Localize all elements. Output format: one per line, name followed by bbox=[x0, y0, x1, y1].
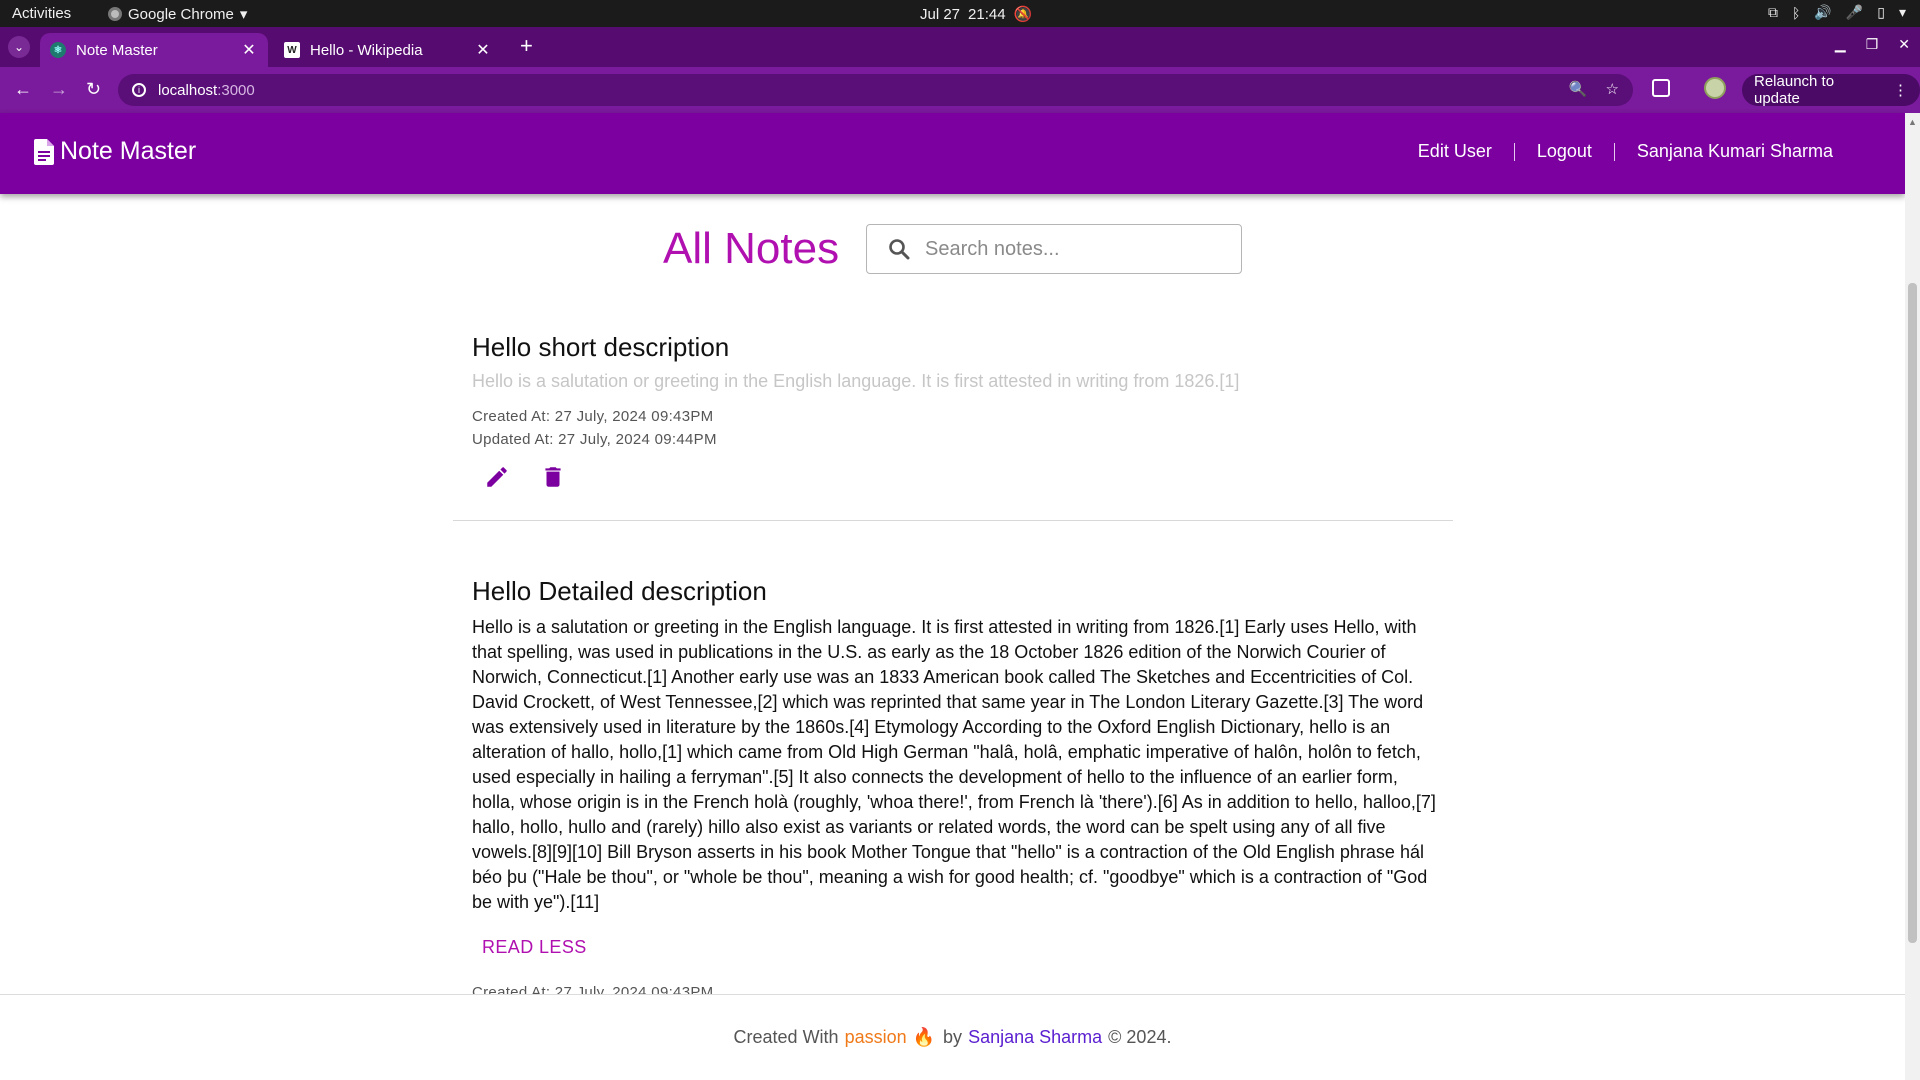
zoom-icon[interactable]: 🔍 bbox=[1569, 80, 1588, 98]
username-link[interactable]: Sanjana Kumari Sharma bbox=[1615, 141, 1855, 162]
new-tab-button[interactable]: + bbox=[520, 33, 533, 59]
chrome-icon bbox=[108, 7, 122, 21]
extensions-icon[interactable] bbox=[1652, 79, 1670, 97]
app-menu-label: Google Chrome bbox=[128, 5, 234, 23]
date-label: Jul 27 bbox=[920, 5, 961, 23]
tab-strip: ⌄ ⚛ Note Master ✕ W Hello - Wikipedia ✕ bbox=[0, 27, 1920, 67]
bluetooth-icon: ᛒ bbox=[1791, 4, 1801, 21]
note-title: Hello Detailed description bbox=[472, 576, 767, 606]
fire-icon: 🔥 bbox=[912, 1027, 936, 1047]
battery-icon: ▯ bbox=[1877, 4, 1885, 20]
wikipedia-favicon-icon: W bbox=[284, 42, 300, 58]
document-icon bbox=[34, 138, 54, 165]
notifications-muted-icon: 🔕 bbox=[1013, 6, 1033, 23]
volume-icon: 🔊 bbox=[1814, 4, 1832, 20]
edit-pencil-icon[interactable] bbox=[484, 464, 510, 490]
tab-title: Note Master bbox=[76, 41, 158, 59]
note-created-at: Created At: 27 July, 2024 09:43PM bbox=[472, 408, 714, 425]
note-description-preview: Hello is a salutation or greeting in the… bbox=[472, 371, 1240, 391]
minimize-icon[interactable]: ▁ bbox=[1835, 36, 1846, 53]
edit-user-link[interactable]: Edit User bbox=[1396, 141, 1514, 162]
clock[interactable]: Jul 27 21:44 🔕 bbox=[920, 5, 1033, 24]
relaunch-label: Relaunch to update bbox=[1754, 73, 1835, 107]
reload-icon[interactable]: ↻ bbox=[86, 79, 101, 100]
bookmark-star-icon[interactable]: ☆ bbox=[1606, 80, 1619, 98]
search-input[interactable] bbox=[925, 237, 1225, 261]
relaunch-button[interactable]: Relaunch to update ⋮ bbox=[1742, 73, 1920, 107]
activities-button[interactable]: Activities bbox=[12, 5, 71, 22]
note-title: Hello short description bbox=[472, 332, 730, 362]
app-navbar: Note Master Edit User Logout Sanjana Kum… bbox=[0, 113, 1905, 194]
browser-toolbar: ← → ↻ i localhost:3000 🔍 ☆ Relaunch to u… bbox=[0, 67, 1920, 113]
footer-prefix: Created With bbox=[733, 1027, 839, 1047]
network-icon: ⧉ bbox=[1767, 4, 1778, 20]
brand-name: Note Master bbox=[60, 137, 197, 165]
close-window-icon[interactable]: ✕ bbox=[1898, 36, 1910, 53]
footer-passion-text: passion bbox=[844, 1027, 907, 1047]
url-host: localhost bbox=[158, 81, 218, 99]
note-card: Hello short description Hello is a salut… bbox=[472, 332, 1440, 490]
note-updated-at: Updated At: 27 July, 2024 09:44PM bbox=[472, 431, 717, 448]
note-card: Hello Detailed description Hello is a sa… bbox=[472, 576, 1440, 994]
search-box[interactable] bbox=[866, 224, 1242, 274]
kebab-menu-icon: ⋮ bbox=[1893, 82, 1908, 99]
microphone-icon: 🎤 bbox=[1845, 4, 1864, 20]
react-favicon-icon: ⚛ bbox=[50, 42, 66, 58]
url-port: :3000 bbox=[217, 81, 255, 99]
back-icon[interactable]: ← bbox=[14, 79, 32, 100]
system-menu-caret-icon: ▾ bbox=[1898, 4, 1906, 20]
footer-copyright: © 2024. bbox=[1108, 1027, 1172, 1047]
window-controls: ▁ ❐ ✕ bbox=[1835, 36, 1910, 53]
delete-trash-icon[interactable] bbox=[540, 464, 566, 490]
time-label: 21:44 bbox=[968, 5, 1006, 23]
tab-search-button[interactable]: ⌄ bbox=[8, 36, 30, 58]
logout-link[interactable]: Logout bbox=[1515, 141, 1614, 162]
tab-hello-wikipedia[interactable]: W Hello - Wikipedia ✕ bbox=[274, 33, 502, 67]
read-less-button[interactable]: READ LESS bbox=[472, 937, 1440, 958]
site-info-icon[interactable]: i bbox=[132, 83, 146, 97]
brand-link[interactable]: Note Master bbox=[34, 137, 196, 166]
tab-note-master[interactable]: ⚛ Note Master ✕ bbox=[40, 33, 268, 67]
address-bar[interactable]: i localhost:3000 🔍 ☆ bbox=[118, 74, 1633, 106]
main-content: All Notes Hello short description Hello … bbox=[0, 194, 1905, 994]
system-tray[interactable]: ⧉ ᛒ 🔊 🎤 ▯ ▾ bbox=[1768, 4, 1906, 21]
footer-author-link[interactable]: Sanjana Sharma bbox=[968, 1027, 1102, 1048]
system-top-bar: Activities Google Chrome ▾ Jul 27 21:44 … bbox=[0, 0, 1920, 27]
close-tab-icon[interactable]: ✕ bbox=[474, 40, 492, 60]
page-footer: Created With passion 🔥 by Sanjana Sharma… bbox=[0, 994, 1905, 1080]
restore-icon[interactable]: ❐ bbox=[1866, 36, 1879, 53]
header-nav: Edit User Logout Sanjana Kumari Sharma bbox=[1396, 141, 1855, 162]
note-created-at: Created At: 27 July, 2024 09:43PM bbox=[472, 984, 714, 994]
close-tab-icon[interactable]: ✕ bbox=[240, 40, 258, 60]
scroll-up-icon[interactable]: ▲ bbox=[1908, 117, 1917, 127]
footer-by: by bbox=[943, 1027, 963, 1047]
caret-down-icon: ▾ bbox=[239, 6, 248, 23]
forward-icon[interactable]: → bbox=[50, 79, 68, 100]
notes-divider bbox=[453, 520, 1453, 521]
note-actions bbox=[472, 464, 1440, 490]
tab-title: Hello - Wikipedia bbox=[310, 41, 423, 59]
page-header: All Notes bbox=[663, 224, 1242, 274]
search-icon bbox=[889, 239, 910, 260]
profile-avatar[interactable] bbox=[1704, 77, 1726, 99]
page-title: All Notes bbox=[663, 224, 840, 273]
scrollbar-thumb[interactable] bbox=[1908, 283, 1917, 943]
note-description-full: Hello is a salutation or greeting in the… bbox=[472, 617, 1436, 912]
page-scrollbar[interactable]: ▲ bbox=[1905, 113, 1920, 1080]
app-menu[interactable]: Google Chrome ▾ bbox=[108, 5, 247, 23]
